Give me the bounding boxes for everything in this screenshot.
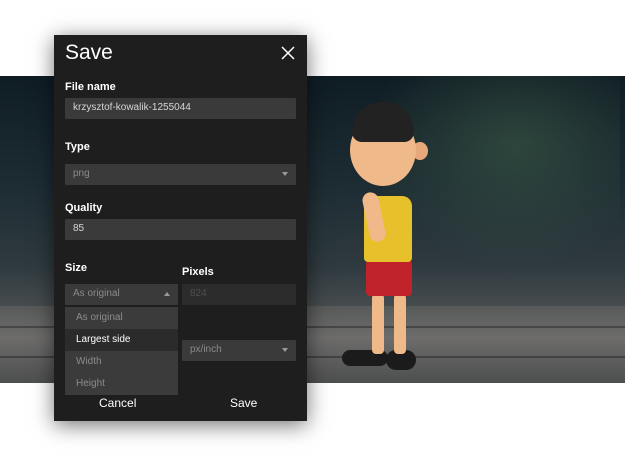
chevron-down-icon xyxy=(282,348,288,352)
file-name-input[interactable]: krzysztof-kowalik-1255044 xyxy=(65,98,296,119)
file-name-label: File name xyxy=(65,81,116,93)
toy-leg xyxy=(372,294,384,354)
size-dropdown-list: As original Largest side Width Height xyxy=(65,307,178,395)
pixels-input[interactable]: 824 xyxy=(182,284,296,305)
cancel-button[interactable]: Cancel xyxy=(99,396,136,410)
file-name-value: krzysztof-kowalik-1255044 xyxy=(73,102,191,113)
quality-input[interactable]: 85 xyxy=(65,219,296,240)
toy-hair xyxy=(352,102,414,142)
toy-leg xyxy=(394,294,406,354)
type-label: Type xyxy=(65,141,90,153)
pixels-value: 824 xyxy=(190,288,207,299)
save-dialog: Save File name krzysztof-kowalik-1255044… xyxy=(54,35,307,421)
size-select[interactable]: As original xyxy=(65,284,178,305)
unit-select[interactable]: px/inch xyxy=(182,340,296,361)
size-option-width[interactable]: Width xyxy=(65,351,178,373)
chevron-up-icon xyxy=(164,292,170,296)
dialog-title: Save xyxy=(65,41,113,64)
save-button[interactable]: Save xyxy=(230,396,257,410)
stage: Save File name krzysztof-kowalik-1255044… xyxy=(0,0,625,459)
close-icon[interactable] xyxy=(280,45,296,61)
size-option-as-original[interactable]: As original xyxy=(65,307,178,329)
quality-label: Quality xyxy=(65,202,103,214)
size-value: As original xyxy=(73,288,120,299)
size-option-largest-side[interactable]: Largest side xyxy=(65,329,178,351)
quality-value: 85 xyxy=(73,223,85,234)
toy-shorts xyxy=(366,260,412,296)
toy-figure xyxy=(330,96,440,383)
pixels-label: Pixels xyxy=(182,266,214,278)
size-option-height[interactable]: Height xyxy=(65,373,178,395)
unit-value: px/inch xyxy=(190,344,222,355)
type-select[interactable]: png xyxy=(65,164,296,185)
type-value: png xyxy=(73,168,90,179)
size-label: Size xyxy=(65,262,88,274)
chevron-down-icon xyxy=(282,172,288,176)
